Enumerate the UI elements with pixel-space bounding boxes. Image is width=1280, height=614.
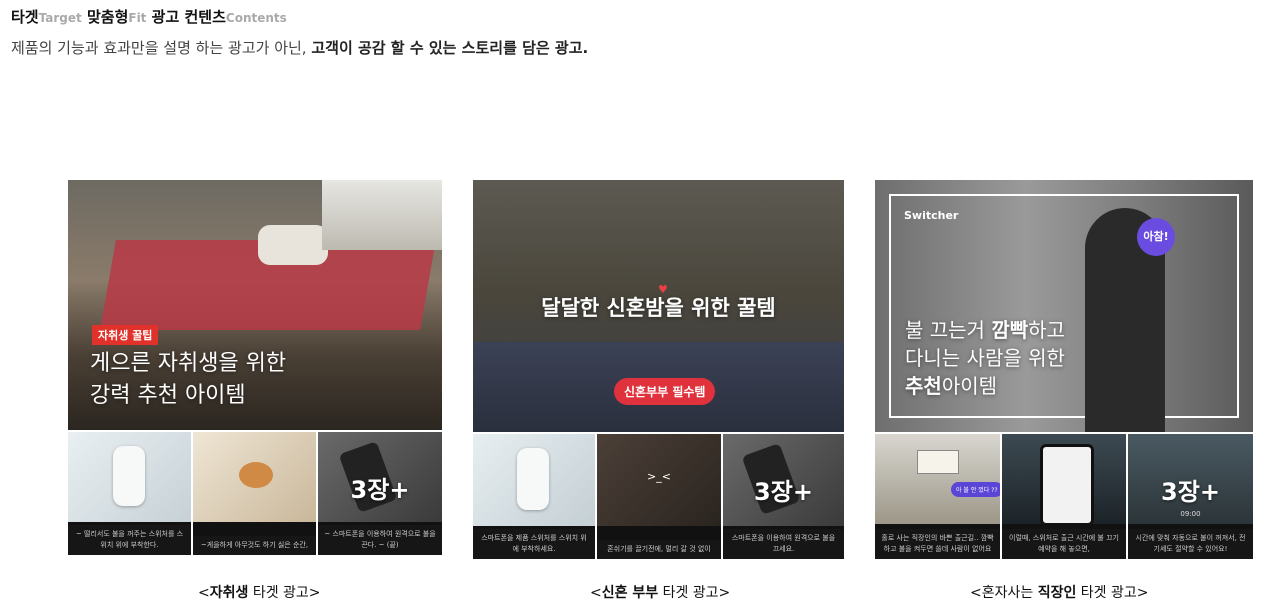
thumb-2[interactable]: ~게을하게 아무것도 하기 싫은 순간, (193, 432, 316, 555)
more-count: 3장+ (1161, 478, 1220, 506)
ad-card-newlywed: ♥ 달달한 신혼밤을 위한 꿀템 신혼부부 필수템 스마트폰을 제품 스위처를 … (473, 180, 844, 559)
more-count: 3장+ (754, 478, 813, 506)
thumb-row: 스마트폰을 제품 스위처를 스위치 위에 부착하세요. >_< 혼쉬기를 끌기전… (473, 434, 844, 559)
thumb-2[interactable]: 이럴때, 스위처로 출근 시간에 불 끄기 예약을 해 놓으면, (1002, 434, 1126, 559)
thumb-1-caption: ~ 떨리서도 불을 꺼주는 스위처를 스위치 위에 부착한다. (68, 525, 191, 555)
page-subtitle: 제품의 기능과 효과만을 설명 하는 광고가 아닌, 고객이 공감 할 수 있는… (11, 37, 588, 58)
label-bold: 신혼 부부 (601, 585, 659, 601)
switch-device-shape (113, 446, 145, 506)
thumb-row: ~ 떨리서도 불을 꺼주는 스위처를 스위치 위에 부착한다. ~게을하게 아무… (68, 432, 442, 555)
window-shape (322, 180, 442, 250)
label-rest: 타겟 광고> (658, 585, 731, 601)
hero-line-2: 다니는 사람을 위한 (905, 346, 1065, 370)
ad-card-newlywed-hero[interactable]: ♥ 달달한 신혼밤을 위한 꿀템 신혼부부 필수템 (473, 180, 844, 432)
card-label-newlywed: <신혼 부부 타겟 광고> (590, 582, 730, 602)
hero-line-1a: 불 끄는거 (905, 318, 992, 342)
thumb-1[interactable]: 스마트폰을 제품 스위처를 스위치 위에 부착하세요. (473, 434, 595, 559)
title-ko-2: 맞춤형 (86, 8, 129, 26)
hero-badge: 신혼부부 필수템 (614, 378, 716, 405)
hero-line-2: 강력 추천 아이템 (90, 383, 246, 408)
hero-title: 달달한 신혼밤을 위한 꿀템 (541, 296, 776, 320)
subtitle-bold: 고객이 공감 할 수 있는 스토리를 담은 광고. (311, 39, 589, 57)
dog-shape (239, 462, 273, 488)
label-rest: 타겟 광고> (1076, 585, 1149, 601)
time-label: 09:00 (1180, 510, 1201, 518)
ceiling-light-shape (917, 450, 959, 474)
hero-line-3a: 추천 (905, 374, 942, 398)
phone-app-shape (1040, 444, 1094, 526)
thumb-1[interactable]: ~ 떨리서도 불을 꺼주는 스위처를 스위치 위에 부착한다. (68, 432, 191, 555)
brand-label: Switcher (904, 209, 959, 222)
title-en-1: Target (38, 11, 82, 25)
subtitle-normal: 제품의 기능과 효과만을 설명 하는 광고가 아닌, (11, 39, 312, 57)
hero-line-1: 게으른 자취생을 위한 (90, 351, 287, 376)
tag-badge: 자취생 꿀팁 (92, 325, 159, 345)
speech-bubble: 아참! (1137, 218, 1175, 256)
thumb-1-caption: 홀로 사는 직장인의 바쁜 출근길.. 깜빡하고 불을 켜두면 쓸데 사람이 없… (875, 529, 1000, 559)
title-en-3: Contents (225, 11, 287, 25)
ad-card-student: 자취생 꿀팁 게으른 자취생을 위한 강력 추천 아이템 ~ 떨리서도 불을 꺼… (68, 180, 442, 555)
hero-line-1c: 하고 (1028, 318, 1065, 342)
thumb-2-image (193, 432, 316, 522)
ad-card-worker: Switcher 아참! 불 끄는거 깜빡하고 다니는 사람을 위한 추천아이템… (875, 180, 1253, 559)
thumb-3-caption: 시간에 맞춰 자동으로 불이 꺼져서, 전기세도 절약할 수 있어요! (1128, 529, 1253, 559)
thumb-2-caption: ~게을하게 아무것도 하기 싫은 순간, (193, 536, 316, 555)
title-ko-1: 타겟 (11, 8, 39, 26)
ad-card-student-hero[interactable]: 자취생 꿀팁 게으른 자취생을 위한 강력 추천 아이템 (68, 180, 442, 430)
label-open: <혼자사는 (970, 585, 1038, 601)
thumb-row: 아 불 안 껐다 ?? 홀로 사는 직장인의 바쁜 출근길.. 깜빡하고 불을 … (875, 434, 1253, 559)
card-label-worker: <혼자사는 직장인 타겟 광고> (970, 582, 1149, 602)
label-bold: 자취생 (209, 585, 249, 601)
thumb-1-image: 아 불 안 껐다 ?? (875, 434, 1000, 524)
thumb-3-caption: ~ 스마트폰을 이용하여 원격으로 불을 끈다. ~ (끝) (318, 525, 442, 555)
hero-line-1b: 깜빡 (991, 318, 1029, 342)
ad-card-worker-hero[interactable]: Switcher 아참! 불 끄는거 깜빡하고 다니는 사람을 위한 추천아이템 (875, 180, 1253, 432)
thumb-1-image (68, 432, 191, 522)
thumb-3[interactable]: 3장+ 스마트폰을 이용하여 원격으로 불을 끄세요. (723, 434, 844, 559)
thumb-2-image (1002, 434, 1126, 526)
thumb-2-caption: 이럴때, 스위처로 출근 시간에 불 끄기 예약을 해 놓으면, (1002, 529, 1126, 559)
header: 타겟Target 맞춤형Fit 광고 컨텐츠Contents 제품의 기능과 효… (11, 6, 588, 58)
label-open: < (198, 585, 210, 601)
switch-device-shape (517, 448, 549, 510)
hero-line-1: 불 끄는거 깜빡하고 (905, 316, 1065, 344)
more-count: 3장+ (350, 476, 410, 504)
label-open: < (590, 585, 602, 601)
thumb-1-image (473, 434, 595, 526)
thumb-3[interactable]: 09:00 3장+ 시간에 맞춰 자동으로 불이 꺼져서, 전기세도 절약할 수… (1128, 434, 1253, 559)
thumb-1[interactable]: 아 불 안 껐다 ?? 홀로 사는 직장인의 바쁜 출근길.. 깜빡하고 불을 … (875, 434, 1000, 559)
thumb-2-image: >_< (597, 434, 721, 526)
emote-text: >_< (647, 470, 671, 483)
thumb-3-caption: 스마트폰을 이용하여 원격으로 불을 끄세요. (723, 529, 844, 559)
thumb-2-caption: 혼쉬기를 끌기전에, 멀리 갈 것 없이 (597, 540, 721, 559)
title-en-2: Fit (128, 11, 147, 25)
pillow-shape (258, 225, 328, 265)
thumb-1-caption: 스마트폰을 제품 스위처를 스위치 위에 부착하세요. (473, 529, 595, 559)
page-title: 타겟Target 맞춤형Fit 광고 컨텐츠Contents (11, 6, 588, 27)
label-bold: 직장인 (1037, 585, 1077, 601)
title-ko-3: 광고 컨텐츠 (151, 8, 226, 26)
hero-line-3b: 아이템 (941, 374, 998, 398)
hero-line-3: 추천아이템 (905, 372, 997, 400)
label-rest: 타겟 광고> (248, 585, 321, 601)
thumb-3[interactable]: 3장+ ~ 스마트폰을 이용하여 원격으로 불을 끈다. ~ (끝) (318, 432, 442, 555)
thumb-bubble: 아 불 안 껐다 ?? (951, 482, 1000, 497)
card-label-student: <자취생 타겟 광고> (198, 582, 321, 602)
thumb-2[interactable]: >_< 혼쉬기를 끌기전에, 멀리 갈 것 없이 (597, 434, 721, 559)
